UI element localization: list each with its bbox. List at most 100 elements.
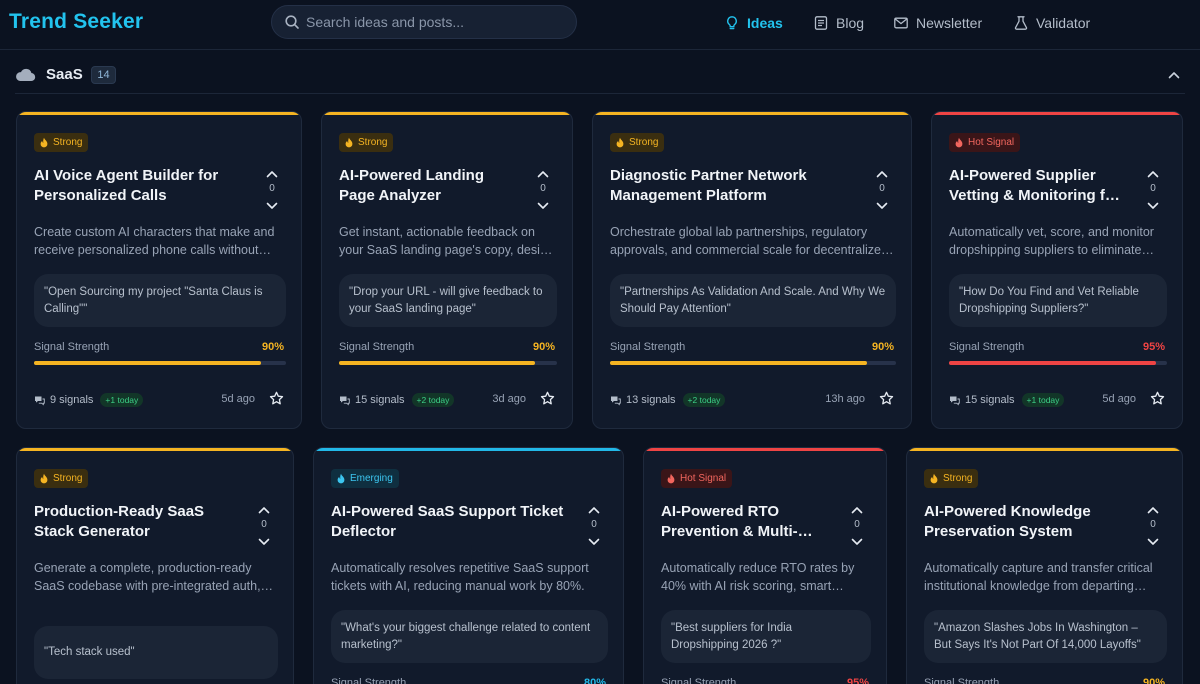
card-title[interactable]: AI-Powered Landing Page Analyzer [339, 166, 514, 206]
comments-icon [950, 396, 960, 406]
star-icon[interactable] [879, 391, 894, 406]
source-quote-text: "Drop your URL - will give feedback to y… [349, 285, 543, 315]
idea-card[interactable]: Strong Diagnostic Partner Network Managem… [592, 111, 912, 429]
card-accent-bar [907, 448, 1182, 451]
signals-count: 15 signals [965, 394, 1015, 406]
nav-ideas-label: Ideas [747, 15, 783, 31]
source-quote[interactable]: "Drop your URL - will give feedback to y… [339, 274, 557, 327]
vote-control: 0 [1146, 169, 1160, 213]
vote-count: 0 [854, 519, 860, 530]
idea-card[interactable]: Strong AI-Powered Landing Page Analyzer 0 G… [321, 111, 573, 429]
flame-icon [930, 473, 938, 484]
vote-count: 0 [591, 519, 597, 530]
chevron-up-icon[interactable] [1146, 169, 1160, 179]
chevron-up-icon[interactable] [850, 505, 864, 515]
source-quote[interactable]: "Partnerships As Validation And Scale. A… [610, 274, 896, 327]
source-quote[interactable]: "How Do You Find and Vet Reliable Dropsh… [949, 274, 1167, 327]
signal-strength-label: Signal Strength [331, 677, 407, 684]
idea-card[interactable]: Strong AI-Powered Knowledge Preservation … [906, 447, 1183, 684]
card-accent-bar [932, 112, 1182, 115]
flame-icon [40, 473, 48, 484]
nav-newsletter[interactable]: Newsletter [893, 13, 982, 33]
vote-control: 0 [587, 505, 601, 549]
chevron-down-icon[interactable] [850, 537, 864, 547]
signal-strength-bar [949, 361, 1167, 365]
signal-strength-fill [610, 361, 868, 365]
signal-strength-fill [34, 361, 261, 365]
today-badge: +2 today [411, 393, 455, 407]
signal-strength-value: 90% [261, 341, 284, 353]
status-badge: Strong [339, 133, 394, 152]
top-navbar: Trend Seeker Ideas Blog Newsletter Valid… [0, 0, 1200, 50]
status-badge-label: Emerging [350, 473, 393, 484]
nav-ideas[interactable]: Ideas [724, 13, 783, 33]
chevron-up-icon[interactable] [1167, 68, 1181, 82]
vote-control: 0 [265, 169, 279, 213]
card-title[interactable]: AI-Powered RTO Prevention & Multi-Courie… [661, 502, 828, 542]
chevron-up-icon[interactable] [257, 505, 271, 515]
card-title[interactable]: AI-Powered SaaS Support Ticket Deflector [331, 502, 565, 542]
today-badge: +2 today [682, 393, 726, 407]
card-footer-signals: 13 signals +2 today [610, 391, 726, 409]
chevron-up-icon[interactable] [875, 169, 889, 179]
chevron-up-icon[interactable] [265, 169, 279, 179]
star-icon[interactable] [540, 391, 555, 406]
search-box[interactable] [271, 5, 577, 39]
chevron-down-icon[interactable] [1146, 537, 1160, 547]
status-badge-label: Strong [629, 137, 659, 148]
bulb-icon [727, 16, 737, 30]
card-footer-signals: 15 signals +1 today [949, 391, 1065, 409]
signal-strength-label: Signal Strength [924, 677, 1000, 684]
vote-count: 0 [540, 183, 546, 194]
nav-validator[interactable]: Validator [1013, 13, 1090, 33]
chevron-down-icon[interactable] [1146, 201, 1160, 211]
document-icon [814, 16, 828, 30]
card-accent-bar [17, 112, 301, 115]
search-icon [285, 15, 299, 29]
card-accent-bar [314, 448, 623, 451]
source-quote[interactable]: "What's your biggest challenge related t… [331, 610, 608, 663]
signal-strength-value: 80% [583, 677, 606, 684]
source-quote-text: "Amazon Slashes Jobs In Washington – But… [934, 621, 1141, 651]
idea-card[interactable]: Strong Production-Ready SaaS Stack Genera… [16, 447, 294, 684]
card-age: 5d ago [1102, 393, 1136, 405]
flame-icon [40, 137, 48, 148]
status-badge: Emerging [331, 469, 399, 488]
source-quote[interactable]: "Best suppliers for India Dropshipping 2… [661, 610, 871, 663]
chevron-down-icon[interactable] [875, 201, 889, 211]
chevron-up-icon[interactable] [1146, 505, 1160, 515]
idea-card[interactable]: Emerging AI-Powered SaaS Support Ticket D… [313, 447, 624, 684]
signal-strength-value: 90% [1142, 677, 1165, 684]
chevron-down-icon[interactable] [265, 201, 279, 211]
card-title[interactable]: AI Voice Agent Builder for Personalized … [34, 166, 243, 206]
chevron-up-icon[interactable] [587, 505, 601, 515]
card-title[interactable]: Production-Ready SaaS Stack Generator [34, 502, 235, 542]
signal-strength-label: Signal Strength [610, 341, 686, 353]
source-quote[interactable]: "Tech stack used" [34, 626, 278, 679]
card-description: Create custom AI characters that make an… [34, 225, 275, 257]
nav-blog[interactable]: Blog [813, 13, 864, 33]
signal-strength-fill [949, 361, 1157, 365]
chevron-down-icon[interactable] [536, 201, 550, 211]
card-title[interactable]: AI-Powered Supplier Vetting & Monitoring… [949, 166, 1124, 206]
star-icon[interactable] [269, 391, 284, 406]
app-logo[interactable]: Trend Seeker [9, 10, 143, 34]
idea-card[interactable]: Hot Signal AI-Powered RTO Prevention & Mu… [643, 447, 887, 684]
source-quote-text: "Partnerships As Validation And Scale. A… [620, 285, 886, 315]
card-title[interactable]: Diagnostic Partner Network Management Pl… [610, 166, 853, 206]
search-input[interactable] [306, 6, 566, 38]
chevron-down-icon[interactable] [587, 537, 601, 547]
category-header-saas[interactable]: SaaS 14 [0, 50, 1200, 94]
card-accent-bar [322, 112, 572, 115]
chevron-up-icon[interactable] [536, 169, 550, 179]
chevron-down-icon[interactable] [257, 537, 271, 547]
source-quote[interactable]: "Amazon Slashes Jobs In Washington – But… [924, 610, 1167, 663]
vote-control: 0 [257, 505, 271, 549]
star-icon[interactable] [1150, 391, 1165, 406]
idea-card[interactable]: Hot Signal AI-Powered Supplier Vetting & … [931, 111, 1183, 429]
source-quote[interactable]: "Open Sourcing my project "Santa Claus i… [34, 274, 286, 327]
card-title[interactable]: AI-Powered Knowledge Preservation System [924, 502, 1124, 542]
idea-card[interactable]: Strong AI Voice Agent Builder for Persona… [16, 111, 302, 429]
flask-icon [1014, 16, 1028, 30]
vote-count: 0 [1150, 519, 1156, 530]
